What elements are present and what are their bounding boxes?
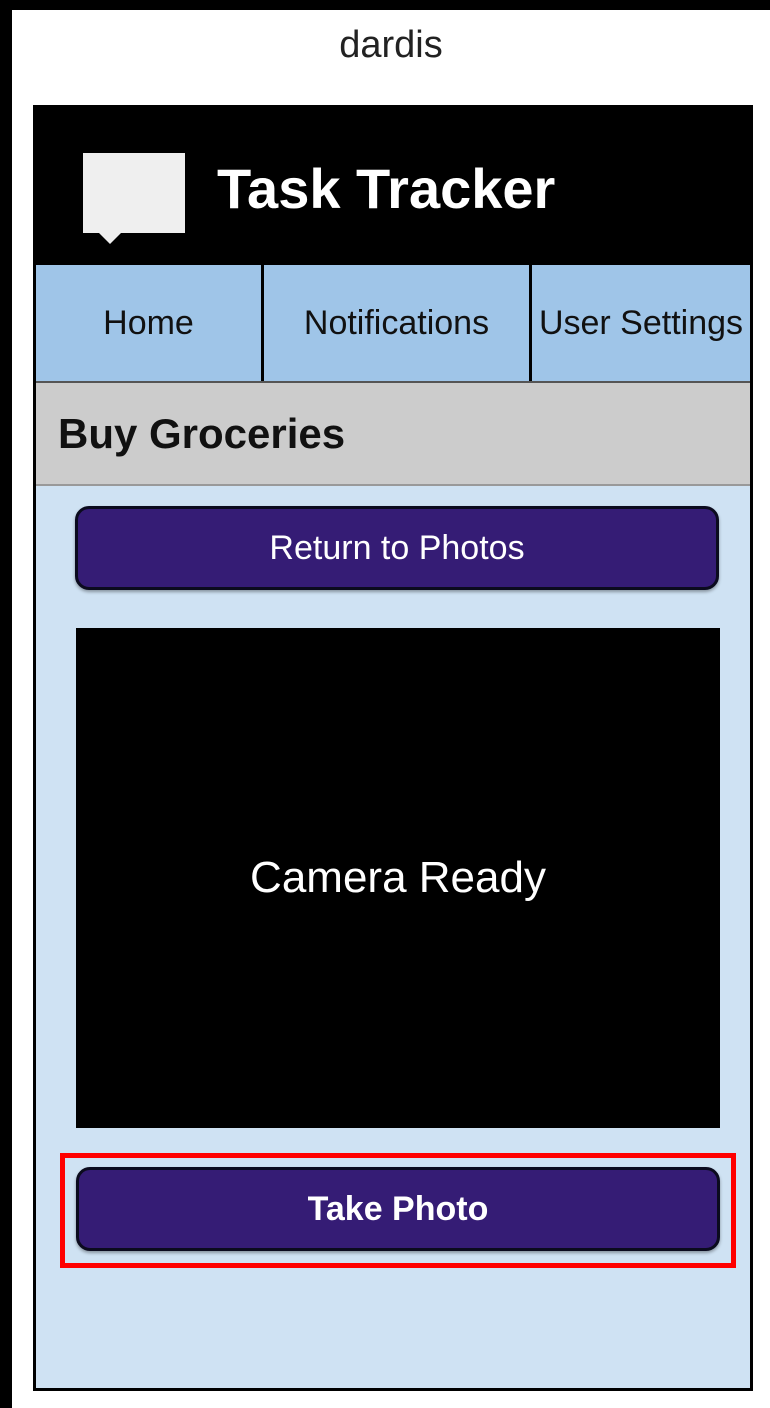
- speech-bubble-icon: [83, 153, 185, 244]
- take-photo-button[interactable]: Take Photo: [76, 1167, 720, 1251]
- return-to-photos-button[interactable]: Return to Photos: [75, 506, 719, 590]
- app-title: Task Tracker: [217, 157, 556, 220]
- section-title: Buy Groceries: [58, 410, 346, 457]
- top-caption: dardis: [339, 24, 443, 66]
- phone-frame: Task Tracker Home Notifications User Set…: [33, 105, 753, 1391]
- camera-status: Camera Ready: [250, 853, 546, 902]
- nav-bar: Home Notifications User Settings: [36, 265, 750, 383]
- section-header: Buy Groceries: [36, 383, 750, 486]
- tab-notifications[interactable]: Notifications: [264, 265, 532, 381]
- tab-user-settings[interactable]: User Settings: [532, 265, 750, 381]
- camera-viewfinder: Camera Ready: [76, 628, 720, 1128]
- app-header: Task Tracker: [36, 108, 750, 265]
- page: dardis Task Tracker Home Notifications U…: [12, 10, 770, 1408]
- tab-home[interactable]: Home: [36, 265, 264, 381]
